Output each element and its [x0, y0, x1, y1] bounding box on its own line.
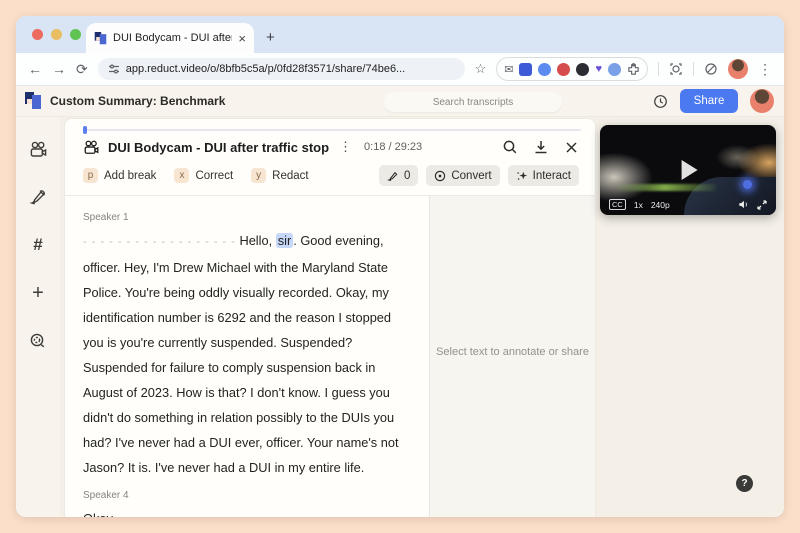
interact-button[interactable]: Interact: [508, 165, 579, 186]
new-tab-button[interactable]: +: [266, 29, 275, 46]
project-title: Custom Summary: Benchmark: [50, 94, 225, 108]
window-controls: [32, 29, 81, 40]
search-icon[interactable]: [502, 139, 518, 155]
reduct-logo[interactable]: [24, 92, 42, 110]
swirl-extension-icon[interactable]: [608, 63, 621, 76]
transcript-block: Speaker 4 Okay.: [83, 490, 403, 517]
speed-button[interactable]: 1x: [634, 200, 643, 210]
transcript-title: DUI Bodycam - DUI after traffic stop: [108, 140, 329, 155]
blue-extension-icon[interactable]: [538, 63, 551, 76]
url-text: app.reduct.video/o/8bfb5c5a/p/0fd28f3571…: [126, 63, 406, 75]
transcript-menu-icon[interactable]: ⋮: [339, 139, 352, 155]
clips-camera-icon[interactable]: [28, 139, 48, 159]
correct-button[interactable]: x Correct: [174, 168, 233, 183]
browser-tab[interactable]: DUI Bodycam - DUI after traf ×: [86, 23, 254, 53]
user-avatar[interactable]: [750, 89, 774, 113]
extensions-pill: ✉ ♥: [496, 57, 648, 81]
playback-time: 0:18 / 29:23: [364, 141, 422, 153]
reduct-app: Custom Summary: Benchmark Share # +: [16, 86, 784, 517]
toolbar-divider: [658, 62, 659, 76]
convert-button[interactable]: Convert: [426, 165, 499, 186]
red-extension-icon[interactable]: [557, 63, 570, 76]
browser-window: DUI Bodycam - DUI after traf × + ← → ⟳ a…: [16, 16, 784, 517]
volume-icon[interactable]: [738, 199, 749, 210]
reload-button[interactable]: ⟳: [76, 62, 88, 76]
add-break-button[interactable]: p Add break: [83, 168, 156, 183]
site-settings-icon[interactable]: [108, 63, 120, 75]
transcript-column: Speaker 1 - - - - - - - - - - - - - - - …: [65, 196, 429, 517]
share-button[interactable]: Share: [680, 89, 738, 113]
car-light: [743, 180, 752, 189]
captions-button[interactable]: CC: [609, 199, 626, 210]
annotation-column: Select text to annotate or share: [429, 196, 595, 517]
mail-extension-icon[interactable]: ✉: [504, 63, 513, 76]
download-icon[interactable]: [533, 139, 549, 155]
close-icon[interactable]: [564, 140, 579, 155]
speaker-label[interactable]: Speaker 4: [83, 490, 403, 501]
inaudible-dashes[interactable]: - - - - - - - - - - - - - - - - - -: [83, 236, 236, 248]
dark-extension-icon[interactable]: [576, 63, 589, 76]
progress-track[interactable]: [83, 129, 581, 131]
back-button[interactable]: ←: [28, 62, 42, 76]
close-window-button[interactable]: [32, 29, 43, 40]
help-button[interactable]: ?: [736, 475, 753, 492]
video-player[interactable]: CC 1x 240p: [600, 125, 776, 215]
tab-title: DUI Bodycam - DUI after traf: [113, 32, 232, 44]
address-bar[interactable]: app.reduct.video/o/8bfb5c5a/p/0fd28f3571…: [98, 58, 465, 80]
selected-word[interactable]: sir: [276, 233, 294, 248]
history-clock-icon[interactable]: [653, 94, 668, 109]
hashtag-icon[interactable]: #: [28, 235, 48, 255]
playhead-marker[interactable]: [83, 126, 87, 134]
browser-menu-icon[interactable]: ⋮: [758, 61, 772, 78]
sparkle-icon: [516, 170, 528, 182]
redact-button[interactable]: y Redact: [251, 168, 308, 183]
highlighter-icon[interactable]: [28, 187, 48, 207]
app-header: Custom Summary: Benchmark Share: [16, 86, 784, 117]
quality-button[interactable]: 240p: [651, 200, 670, 210]
fullscreen-icon[interactable]: [757, 200, 767, 210]
browser-profile-avatar[interactable]: [728, 59, 748, 79]
add-plus-icon[interactable]: +: [28, 283, 48, 303]
transcript-panel-header: DUI Bodycam - DUI after traffic stop ⋮ 0…: [83, 139, 579, 155]
transcript-action-row: p Add break x Correct y Redact: [83, 165, 579, 186]
player-controls: CC 1x 240p: [609, 199, 767, 210]
keycap-y: y: [251, 168, 266, 183]
extensions-puzzle-icon[interactable]: [627, 63, 640, 76]
browser-toolbar: ← → ⟳ app.reduct.video/o/8bfb5c5a/p/0fd2…: [16, 53, 784, 86]
minimize-window-button[interactable]: [51, 29, 62, 40]
annotation-hint: Select text to annotate or share: [436, 346, 589, 517]
forward-button[interactable]: →: [52, 62, 66, 76]
transcript-card: DUI Bodycam - DUI after traffic stop ⋮ 0…: [64, 118, 596, 517]
transcript-block: Speaker 1 - - - - - - - - - - - - - - - …: [83, 212, 403, 480]
left-sidebar: # +: [16, 117, 60, 517]
tab-favicon: [94, 32, 107, 45]
playback-progress-bar[interactable]: [83, 125, 581, 135]
speaker-label[interactable]: Speaker 1: [83, 212, 403, 223]
play-button[interactable]: [682, 160, 698, 180]
clip-camera-icon: [83, 140, 100, 155]
toolbar-divider: [693, 62, 694, 76]
lens-icon[interactable]: [669, 62, 683, 76]
tab-strip: DUI Bodycam - DUI after traf × +: [16, 16, 784, 53]
highlight-count-button[interactable]: 0: [379, 165, 418, 186]
tab-close-icon[interactable]: ×: [238, 32, 246, 45]
bookmark-star-icon[interactable]: ☆: [475, 61, 487, 77]
search-reel-icon[interactable]: [28, 331, 48, 351]
maximize-window-button[interactable]: [70, 29, 81, 40]
transcript-paragraph[interactable]: - - - - - - - - - - - - - - - - - - Hell…: [83, 228, 403, 480]
keycap-p: p: [83, 168, 98, 183]
reduct-extension-icon[interactable]: [519, 63, 532, 76]
search-transcripts-input[interactable]: [384, 92, 562, 112]
keycap-x: x: [174, 168, 189, 183]
heart-extension-icon[interactable]: ♥: [595, 64, 602, 75]
convert-icon: [434, 170, 446, 182]
transcript-paragraph[interactable]: Okay.: [83, 506, 403, 517]
roadside-grass: [614, 184, 716, 191]
browsing-mode-icon[interactable]: [704, 62, 718, 76]
